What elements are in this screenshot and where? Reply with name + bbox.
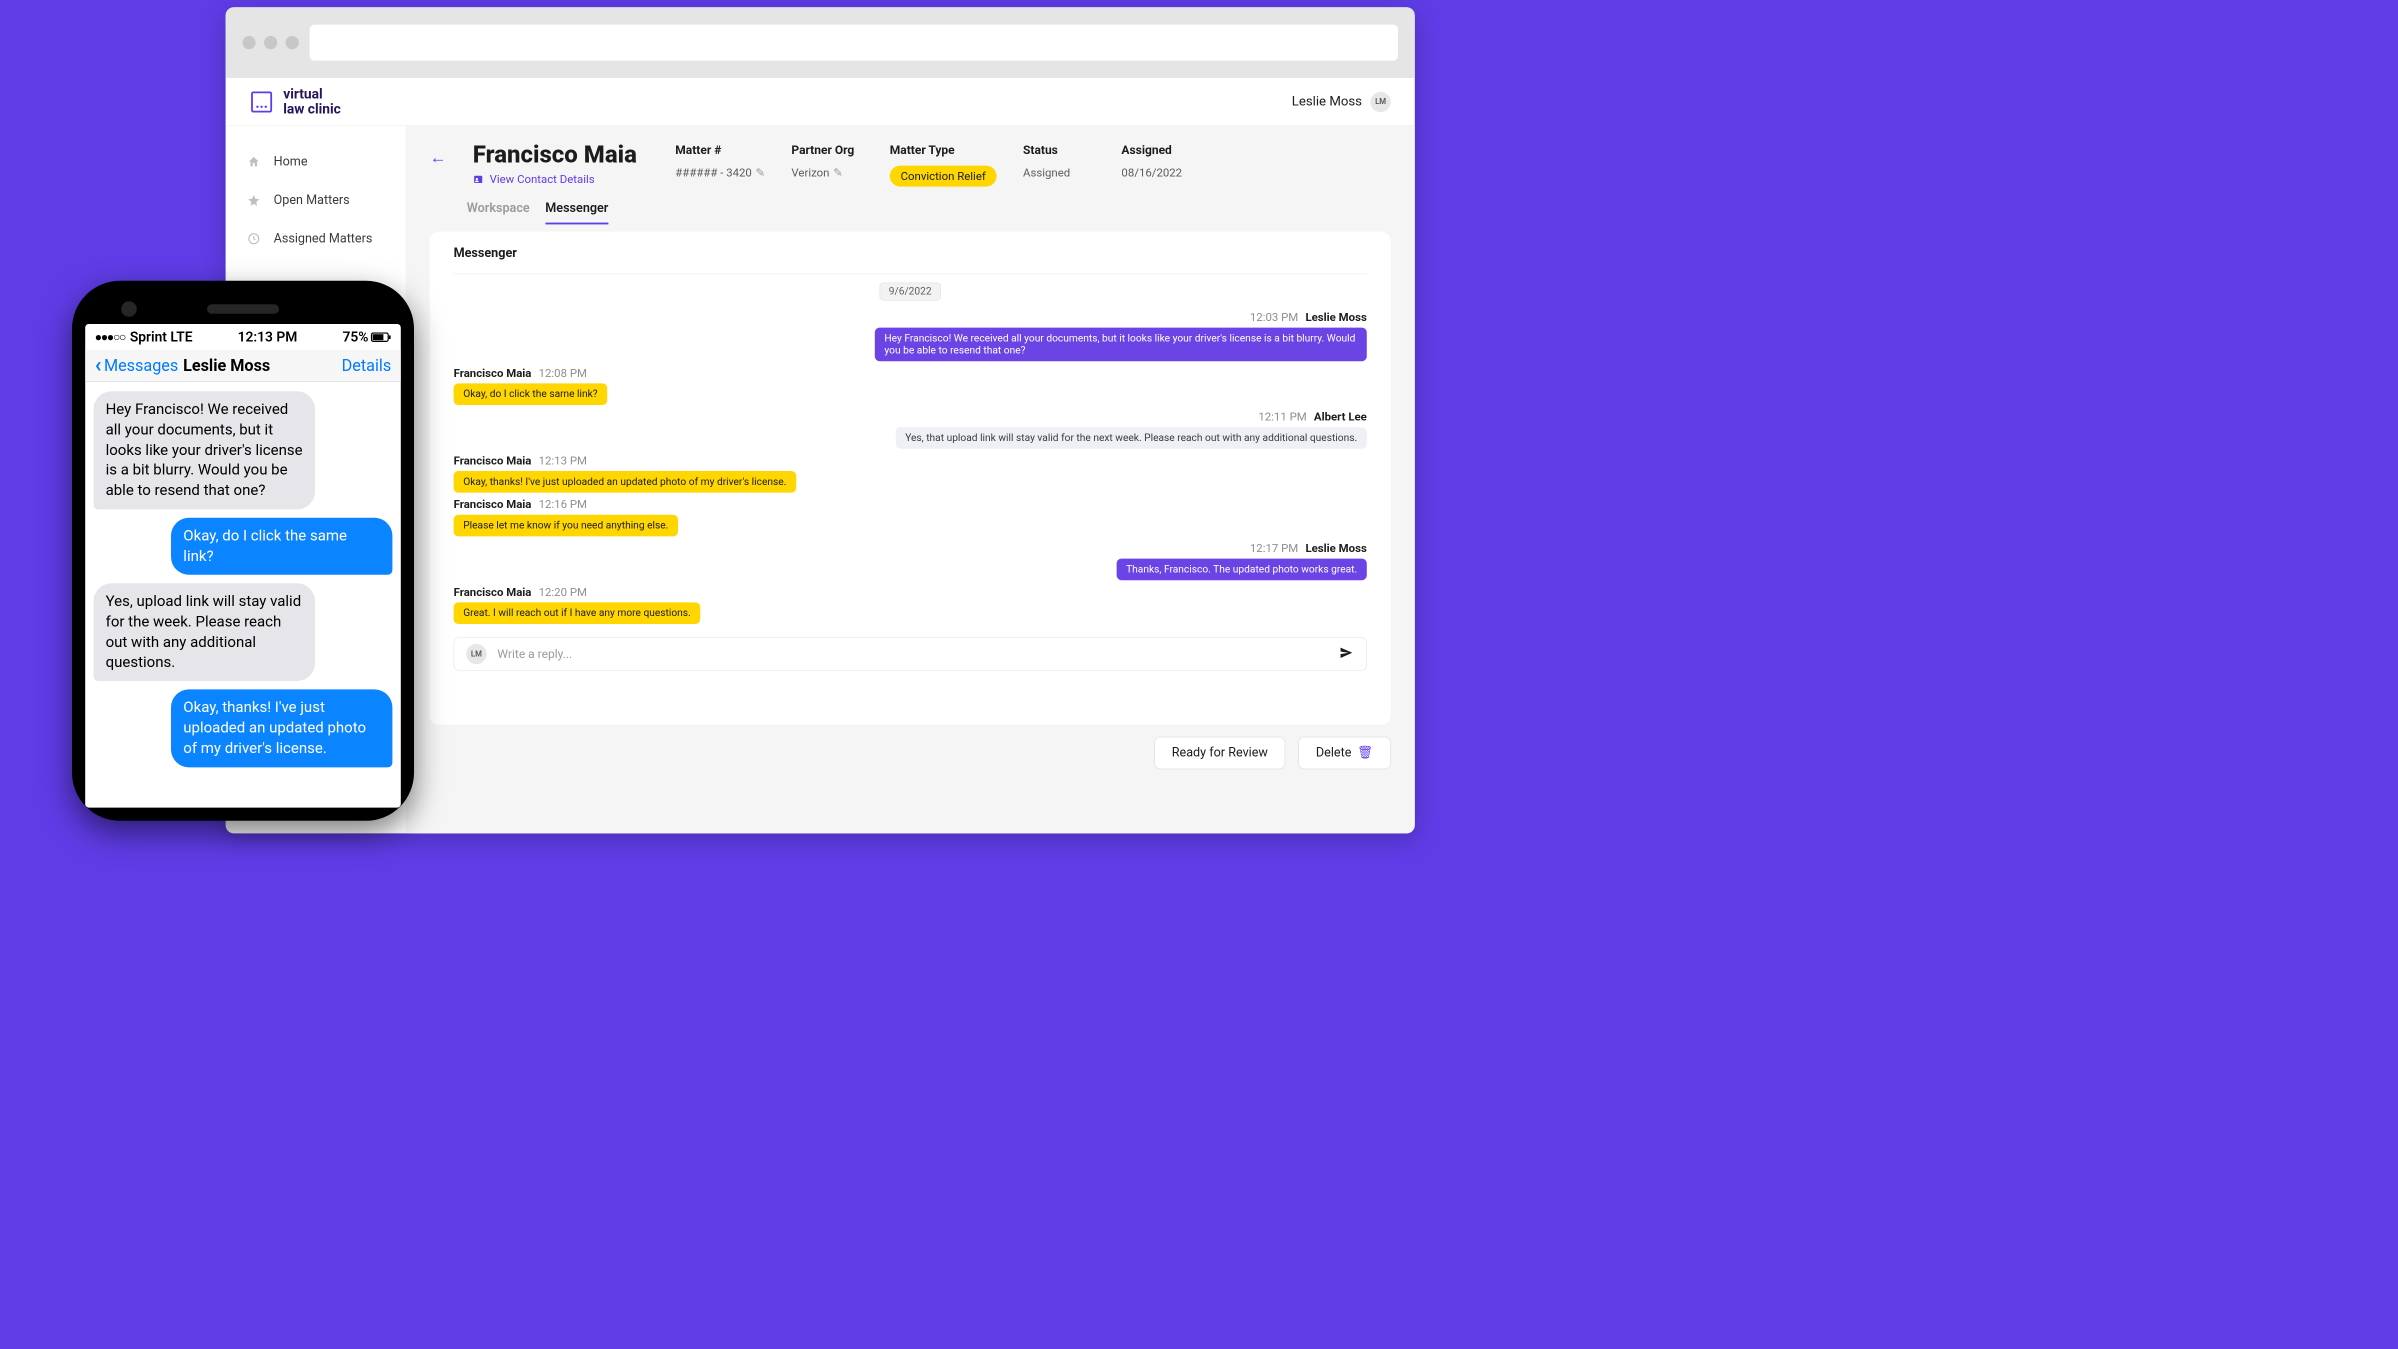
clock-icon xyxy=(247,232,260,245)
message-bubble: Okay, thanks! I've just uploaded an upda… xyxy=(454,471,796,493)
sidebar-item-home[interactable]: Home xyxy=(226,143,406,181)
user-menu[interactable]: Leslie Moss LM xyxy=(1292,92,1391,112)
meta-value-matter-no: ###### - 3420 xyxy=(675,166,752,180)
message-row: 12:11 PMAlbert Lee Yes, that upload link … xyxy=(454,410,1367,449)
chevron-left-icon: ‹ xyxy=(95,359,102,372)
contact-link-label: View Contact Details xyxy=(490,172,595,186)
meta-label-type: Matter Type xyxy=(890,143,997,157)
window-close-dot[interactable] xyxy=(242,36,255,49)
window-max-dot[interactable] xyxy=(286,36,299,49)
carrier-label: Sprint LTE xyxy=(130,329,193,345)
tab-messenger[interactable]: Messenger xyxy=(545,197,608,224)
edit-icon[interactable]: ✎ xyxy=(833,166,843,180)
sidebar-item-assigned-matters[interactable]: Assigned Matters xyxy=(226,220,406,258)
avatar: LM xyxy=(1370,92,1390,112)
user-name: Leslie Moss xyxy=(1292,94,1362,109)
phone-time: 12:13 PM xyxy=(238,329,298,345)
sidebar-item-label: Home xyxy=(274,155,308,169)
message-row: 12:03 PMLeslie Moss Hey Francisco! We rec… xyxy=(454,310,1367,361)
main-content: ← Francisco Maia View Contact Details Ma… xyxy=(406,126,1415,833)
message-header: Francisco Maia12:20 PM xyxy=(454,585,1367,599)
messages-back-label: Messages xyxy=(104,356,178,375)
imessage-bubble: Hey Francisco! We received all your docu… xyxy=(94,391,315,509)
phone-status-bar: ●●●○○ Sprint LTE 12:13 PM 75% xyxy=(85,324,401,350)
message-header: Francisco Maia12:13 PM xyxy=(454,454,1367,468)
message-bubble: Yes, that upload link will stay valid fo… xyxy=(896,427,1367,449)
imessage-bubble: Okay, thanks! I've just uploaded an upda… xyxy=(171,690,392,768)
meta-label-status: Status xyxy=(1023,143,1095,157)
message-bubble: Thanks, Francisco. The updated photo wor… xyxy=(1116,559,1366,581)
messenger-panel: Messenger 9/6/2022 12:03 PMLeslie Moss He… xyxy=(430,232,1391,725)
imessage-bubble: Okay, do I click the same link? xyxy=(171,518,392,575)
speaker-icon xyxy=(207,304,279,314)
edit-icon[interactable]: ✎ xyxy=(755,166,765,180)
message-row: Francisco Maia12:08 PM Okay, do I click t… xyxy=(454,366,1367,405)
message-row: Francisco Maia12:13 PM Okay, thanks! I've… xyxy=(454,454,1367,493)
signal-icon: ●●●○○ xyxy=(95,329,125,344)
logo-text-1: virtual xyxy=(283,87,341,101)
logo-text-2: law clinic xyxy=(283,102,341,116)
meta-value-partner: Verizon xyxy=(791,166,829,180)
reply-input[interactable] xyxy=(497,647,1327,661)
reply-box: LM xyxy=(454,637,1367,671)
meta-label-matter-no: Matter # xyxy=(675,143,765,157)
message-row: Francisco Maia12:16 PM Please let me know… xyxy=(454,497,1367,536)
message-bubble: Hey Francisco! We received all your docu… xyxy=(875,328,1367,362)
phone-mockup: ●●●○○ Sprint LTE 12:13 PM 75% ‹Messages Le… xyxy=(72,281,414,821)
message-row: Francisco Maia12:20 PM Great. I will reac… xyxy=(454,585,1367,624)
sidebar-item-label: Assigned Matters xyxy=(274,232,373,246)
message-bubble: Okay, do I click the same link? xyxy=(454,383,608,405)
star-icon xyxy=(247,194,260,207)
chat-name: Leslie Moss xyxy=(183,356,270,375)
message-bubble: Please let me know if you need anything … xyxy=(454,515,678,537)
url-bar[interactable] xyxy=(310,25,1398,61)
message-header: 12:17 PMLeslie Moss xyxy=(1250,541,1367,555)
message-header: 12:11 PMAlbert Lee xyxy=(1258,410,1366,424)
message-bubble: Great. I will reach out if I have any mo… xyxy=(454,602,701,624)
app-topbar: virtuallaw clinic Leslie Moss LM xyxy=(226,78,1415,126)
meta-label-partner: Partner Org xyxy=(791,143,863,157)
date-separator: 9/6/2022 xyxy=(880,283,941,301)
contact-icon xyxy=(473,174,484,185)
meta-label-assigned: Assigned xyxy=(1121,143,1193,157)
sidebar-item-open-matters[interactable]: Open Matters xyxy=(226,181,406,219)
browser-chrome xyxy=(226,7,1415,78)
meta-value-status: Assigned xyxy=(1023,166,1095,180)
logo-icon xyxy=(250,90,274,114)
messenger-title: Messenger xyxy=(454,246,1367,260)
battery-level: 75% xyxy=(342,329,368,345)
battery-icon xyxy=(371,332,391,342)
message-header: 12:03 PMLeslie Moss xyxy=(1250,310,1367,324)
logo[interactable]: virtuallaw clinic xyxy=(250,87,341,116)
phone-nav: ‹Messages Leslie Moss Details xyxy=(85,350,401,382)
divider xyxy=(454,274,1367,275)
details-button[interactable]: Details xyxy=(342,356,392,375)
imessage-bubble: Yes, upload link will stay valid for the… xyxy=(94,583,315,681)
window-min-dot[interactable] xyxy=(264,36,277,49)
send-icon[interactable] xyxy=(1339,645,1355,663)
home-icon xyxy=(247,155,260,168)
tab-workspace[interactable]: Workspace xyxy=(467,197,530,224)
meta-value-assigned: 08/16/2022 xyxy=(1121,166,1193,180)
case-title: Francisco Maia xyxy=(473,140,637,168)
camera-icon xyxy=(121,301,137,317)
message-header: Francisco Maia12:08 PM xyxy=(454,366,1367,380)
delete-button[interactable]: Delete🗑 xyxy=(1298,737,1390,769)
view-contact-link[interactable]: View Contact Details xyxy=(473,172,637,186)
messages-back-button[interactable]: ‹Messages Leslie Moss xyxy=(95,356,270,375)
message-header: Francisco Maia12:16 PM xyxy=(454,497,1367,511)
trash-icon: 🗑 xyxy=(1357,746,1373,760)
back-button[interactable]: ← xyxy=(430,140,447,167)
matter-type-chip: Conviction Relief xyxy=(890,166,997,187)
sidebar-item-label: Open Matters xyxy=(274,193,350,207)
avatar: LM xyxy=(466,644,486,664)
message-row: 12:17 PMLeslie Moss Thanks, Francisco. Th… xyxy=(454,541,1367,580)
ready-for-review-button[interactable]: Ready for Review xyxy=(1154,737,1285,769)
